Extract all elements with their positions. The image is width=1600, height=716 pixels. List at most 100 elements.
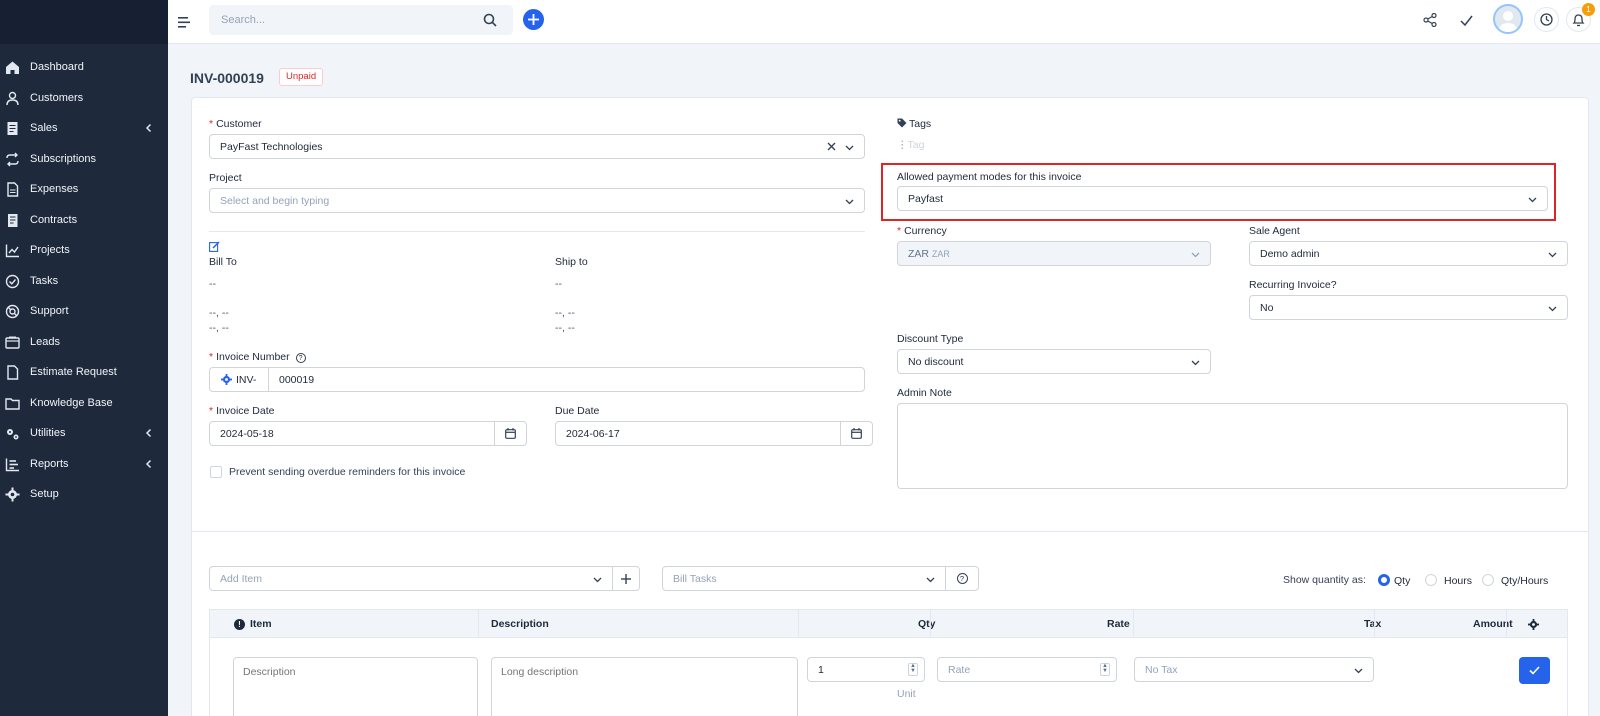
sale-agent-select[interactable]: Demo admin — [1249, 241, 1568, 266]
chevron-down-icon — [845, 197, 854, 206]
sidebar-item-knowledge-base[interactable]: Knowledge Base — [0, 388, 168, 419]
search-input[interactable] — [209, 5, 469, 35]
clear-icon[interactable] — [827, 142, 836, 154]
chevron-down-icon — [1354, 666, 1363, 675]
check-icon — [1529, 666, 1540, 675]
prevent-reminders-label: Prevent sending overdue reminders for th… — [229, 466, 466, 478]
item-qty-input[interactable]: 1 ▲ ▼ — [807, 657, 925, 682]
sidebar-item-leads[interactable]: Leads — [0, 327, 168, 358]
help-icon[interactable]: ? — [295, 353, 306, 363]
bill-tasks-placeholder: Bill Tasks — [673, 572, 717, 585]
payment-modes-select[interactable]: Payfast — [897, 186, 1548, 211]
sidebar-item-label: Knowledge Base — [30, 396, 113, 409]
chevron-left-icon — [145, 459, 152, 468]
info-icon: ! — [234, 618, 245, 630]
due-date-input[interactable]: 2024-06-17 — [555, 421, 841, 446]
bill-tasks-help-button[interactable]: ? — [945, 566, 979, 591]
customer-select[interactable]: PayFast Technologies — [209, 134, 865, 159]
ship-to-label: Ship to — [555, 256, 588, 268]
recurring-select[interactable]: No — [1249, 295, 1568, 320]
project-placeholder: Select and begin typing — [220, 194, 330, 207]
due-date-label: Due Date — [555, 405, 600, 417]
add-item-button[interactable] — [612, 566, 640, 591]
column-divider — [798, 610, 799, 638]
sidebar-item-customers[interactable]: Customers — [0, 83, 168, 114]
sidebar-item-label: Estimate Request — [30, 366, 117, 379]
item-rate-input[interactable]: Rate ▲ ▼ — [937, 657, 1117, 682]
sidebar-item-reports[interactable]: Reports — [0, 449, 168, 480]
share-icon[interactable] — [1420, 10, 1440, 30]
top-navbar: 1 — [168, 0, 1600, 44]
user-icon — [6, 91, 19, 105]
clock-icon[interactable] — [1534, 7, 1559, 32]
tag-input[interactable]: ⋮Tag — [897, 139, 924, 151]
check-icon[interactable] — [1456, 10, 1476, 30]
sidebar-item-estimate-request[interactable]: Estimate Request — [0, 357, 168, 388]
column-header-qty: Qty — [918, 618, 936, 630]
chevron-down-icon — [1548, 250, 1557, 259]
check-circle-icon — [5, 274, 20, 288]
search-icon[interactable] — [483, 13, 497, 30]
sidebar-item-expenses[interactable]: Expenses — [0, 174, 168, 205]
admin-note-textarea[interactable] — [897, 403, 1568, 489]
stepper-icon[interactable]: ▲ ▼ — [1100, 663, 1110, 676]
calendar-icon[interactable] — [494, 421, 527, 446]
column-settings-icon[interactable] — [1528, 610, 1539, 638]
add-item-select[interactable]: Add Item — [209, 566, 613, 591]
home-icon — [6, 61, 19, 74]
calendar-icon[interactable] — [840, 421, 873, 446]
hours-radio[interactable] — [1425, 574, 1437, 586]
quick-create-button[interactable] — [523, 9, 544, 30]
bill-tasks-select[interactable]: Bill Tasks — [662, 566, 946, 591]
discount-type-select[interactable]: No discount — [897, 349, 1211, 374]
due-date-value: 2024-06-17 — [566, 427, 620, 440]
gear-icon — [5, 487, 20, 502]
edit-address-icon[interactable] — [209, 241, 220, 255]
invoice-date-input[interactable]: 2024-05-18 — [209, 421, 495, 446]
sidebar-item-support[interactable]: Support — [0, 296, 168, 327]
sidebar-item-projects[interactable]: Projects — [0, 235, 168, 266]
gear-icon[interactable] — [221, 374, 232, 385]
receipt-icon — [7, 122, 18, 135]
qty-radio-label: Qty — [1394, 575, 1411, 587]
chevron-down-icon — [593, 575, 602, 584]
item-tax-select[interactable]: No Tax — [1134, 657, 1374, 682]
sidebar-item-sales[interactable]: Sales — [0, 113, 168, 144]
stepper-icon[interactable]: ▲ ▼ — [908, 663, 918, 676]
bill-to-label: Bill To — [209, 256, 237, 268]
sale-agent-value: Demo admin — [1260, 247, 1320, 260]
qty-hours-radio[interactable] — [1482, 574, 1494, 586]
project-select[interactable]: Select and begin typing — [209, 188, 865, 213]
sidebar-item-subscriptions[interactable]: Subscriptions — [0, 144, 168, 175]
sidebar-item-contracts[interactable]: Contracts — [0, 205, 168, 236]
item-unit-placeholder: Unit — [897, 688, 916, 700]
repeat-icon — [6, 152, 19, 166]
discount-type-label: Discount Type — [897, 333, 964, 345]
invoice-form-card: * Customer PayFast Technologies Project S… — [191, 97, 1589, 716]
sidebar-item-label: Dashboard — [30, 61, 84, 74]
item-rate-placeholder: Rate — [948, 663, 971, 676]
add-row-confirm-button[interactable] — [1519, 657, 1550, 684]
chart-icon — [5, 244, 19, 258]
invoice-number-input[interactable]: 000019 — [268, 367, 865, 392]
item-description-input[interactable] — [233, 657, 478, 716]
avatar[interactable] — [1493, 4, 1523, 34]
recurring-label: Recurring Invoice? — [1249, 279, 1337, 291]
currency-select[interactable]: ZAR ZAR — [897, 241, 1211, 266]
menu-toggle-icon[interactable] — [176, 14, 192, 30]
column-divider — [478, 610, 479, 638]
item-long-description-input[interactable] — [491, 657, 798, 716]
column-divider — [1506, 610, 1507, 638]
cogs-icon — [7, 429, 19, 440]
chevron-down-icon — [1191, 358, 1200, 367]
qty-radio[interactable] — [1378, 574, 1390, 586]
sidebar-item-setup[interactable]: Setup — [0, 479, 168, 510]
sidebar-item-tasks[interactable]: Tasks — [0, 266, 168, 297]
user-avatar-icon — [1499, 11, 1517, 32]
sidebar-item-label: Tasks — [30, 274, 59, 287]
sidebar-item-label: Projects — [30, 244, 70, 257]
sidebar-item-dashboard[interactable]: Dashboard — [0, 52, 168, 83]
ship-to-line-2: --, -- — [555, 307, 575, 319]
prevent-reminders-checkbox[interactable] — [210, 466, 222, 478]
sidebar-item-utilities[interactable]: Utilities — [0, 418, 168, 449]
